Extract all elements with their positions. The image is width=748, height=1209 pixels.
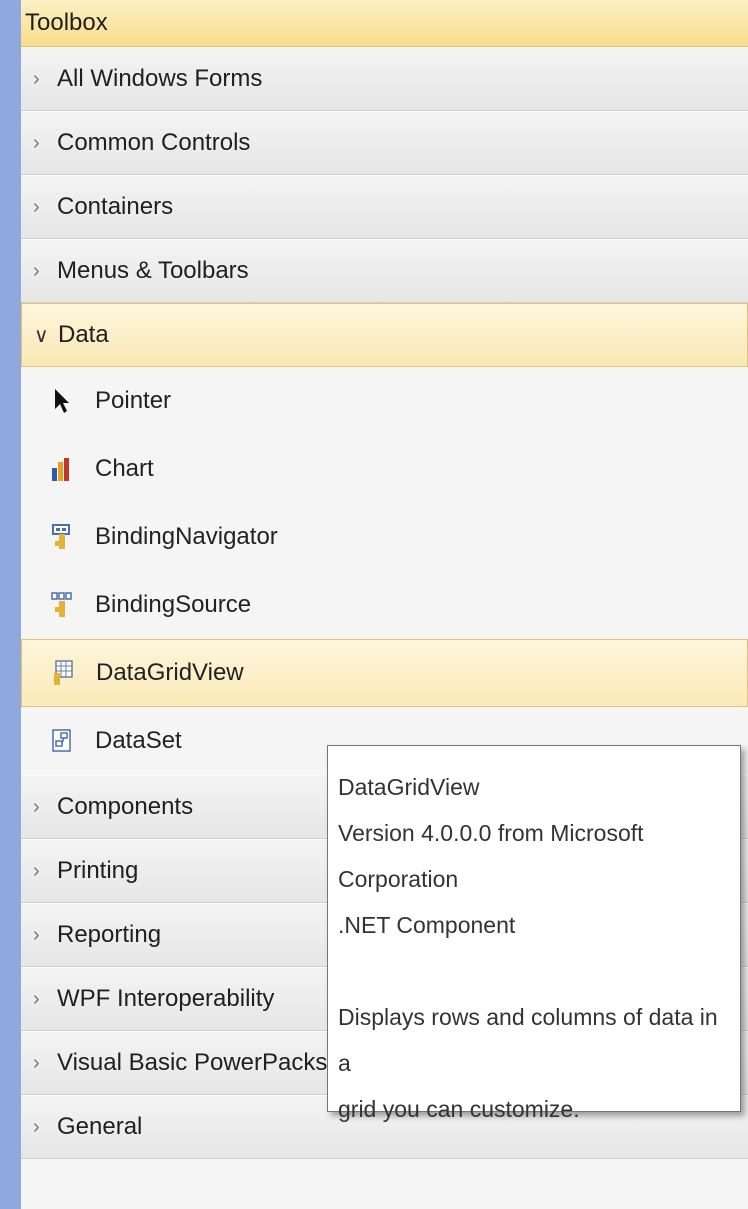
group-label: Components [57,793,194,820]
group-label: Menus & Toolbars [57,257,249,284]
binding-navigator-icon [51,521,95,553]
chevron-right-icon: › [33,923,40,946]
chevron-right-icon: › [33,67,40,90]
toolbox-item-binding-navigator[interactable]: BindingNavigator [21,503,748,571]
item-label: DataGridView [96,659,244,686]
group-label: All Windows Forms [57,65,263,92]
group-data[interactable]: ∨ Data [21,303,748,367]
binding-source-icon [51,589,95,621]
group-label: Common Controls [57,129,251,156]
group-label: WPF Interoperability [57,985,275,1012]
toolbox-item-binding-source[interactable]: BindingSource [21,571,748,639]
item-label: BindingSource [95,591,252,618]
tooltip-description-line1: Displays rows and columns of data in a [338,1004,718,1076]
toolbox-item-pointer[interactable]: Pointer [21,367,748,435]
tooltip-component: .NET Component [338,912,516,938]
toolbox-item-datagridview[interactable]: DataGridView [21,639,748,707]
chevron-right-icon: › [33,195,40,218]
group-label: Reporting [57,921,162,948]
group-label: Data [58,321,109,348]
chevron-right-icon: › [33,1051,40,1074]
group-common-controls[interactable]: › Common Controls [21,111,748,175]
item-label: BindingNavigator [95,523,278,550]
group-label: Visual Basic PowerPacks [57,1049,328,1076]
chevron-right-icon: › [33,859,40,882]
group-menus-toolbars[interactable]: › Menus & Toolbars [21,239,748,303]
tooltip-name: DataGridView [338,774,480,800]
chart-icon [51,453,95,485]
chevron-right-icon: › [33,987,40,1010]
tooltip-spacer [338,948,730,994]
dataset-icon [51,725,95,757]
item-label: Chart [95,455,154,482]
group-label: General [57,1113,143,1140]
group-containers[interactable]: › Containers [21,175,748,239]
toolbox-item-chart[interactable]: Chart [21,435,748,503]
group-label: Containers [57,193,174,220]
group-all-windows-forms[interactable]: › All Windows Forms [21,47,748,111]
item-tooltip: DataGridView Version 4.0.0.0 from Micros… [327,745,741,1122]
chevron-down-icon: ∨ [34,324,49,347]
pointer-icon [51,385,95,417]
chevron-right-icon: › [33,1115,40,1138]
toolbox-title: Toolbox [21,0,748,47]
chevron-right-icon: › [33,131,40,154]
chevron-right-icon: › [33,259,40,282]
group-label: Printing [57,857,139,884]
item-label: DataSet [95,727,182,754]
item-label: Pointer [95,387,172,414]
tooltip-version: Version 4.0.0.0 from Microsoft Corporati… [338,820,644,892]
chevron-right-icon: › [33,795,40,818]
tooltip-description-line2: grid you can customize. [338,1096,580,1122]
datagridview-icon [52,657,96,689]
